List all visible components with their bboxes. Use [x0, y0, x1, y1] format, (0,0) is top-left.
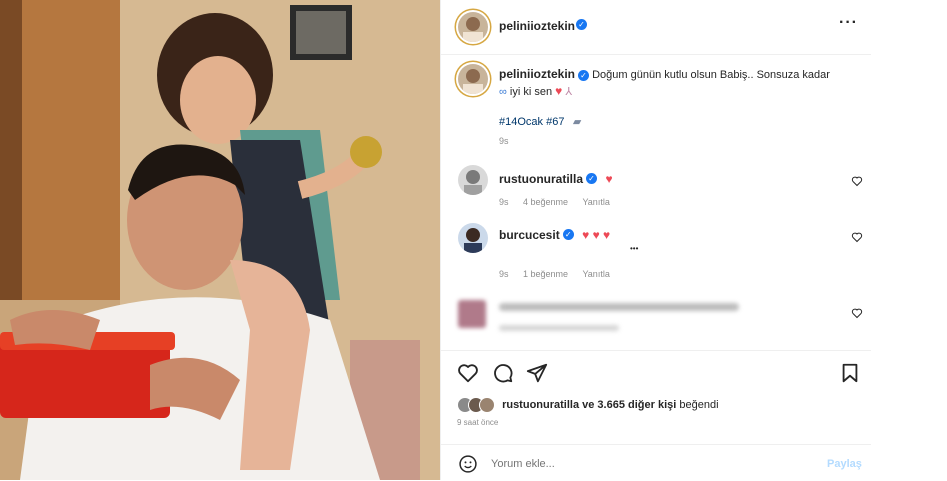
blurred-comment [499, 303, 739, 311]
caption-username[interactable]: peliniioztekin [499, 67, 575, 81]
save-bookmark-icon[interactable] [839, 362, 861, 384]
praying-emoji-icon: ⅄ [565, 86, 573, 98]
add-comment-bar: Paylaş [441, 444, 871, 481]
liked-by-username[interactable]: rustuonuratilla [502, 399, 579, 411]
caption-text: Doğum günün kutlu olsun Babiş.. Sonsuza … [592, 69, 830, 81]
likes-suffix: beğendi [679, 398, 719, 411]
author-avatar[interactable] [458, 12, 488, 42]
caption-block: peliniioztekin ✓ Doğum günün kutlu olsun … [499, 66, 849, 100]
verified-badge-icon: ✓ [576, 19, 587, 30]
avatar-image [463, 69, 483, 94]
reply-button[interactable]: Yanıtla [582, 197, 609, 207]
reply-button[interactable]: Yanıtla [582, 269, 609, 279]
comment-time: 9s [499, 269, 509, 279]
comment-like-heart-icon[interactable] [851, 307, 863, 319]
infinity-icon: ∞ [499, 86, 507, 98]
comment-time: 9s [499, 197, 509, 207]
comment-meta: 9s 4 beğenme Yanıtla [499, 192, 610, 210]
verified-badge-icon: ✓ [578, 69, 590, 81]
action-bar [441, 350, 871, 391]
post-photo[interactable] [0, 0, 440, 480]
comment-text: ♥ ♥ ♥ [582, 228, 611, 242]
author-username[interactable]: peliniioztekin [499, 19, 575, 33]
caption-author-avatar[interactable] [458, 64, 488, 94]
share-icon[interactable] [526, 362, 548, 384]
photo-illustration [0, 0, 440, 480]
comment-more-icon[interactable]: ••• [630, 244, 638, 253]
caption-text-line2: iyi ki sen [509, 86, 553, 98]
flag-emoji-icon: ▰ [572, 116, 582, 128]
avatar-image [463, 17, 483, 42]
post-details-panel: peliniioztekin ✓ ··· peliniioztekin ✓ Doğ… [440, 0, 871, 480]
comment-like-heart-icon[interactable] [851, 175, 863, 187]
comment-like-heart-icon[interactable] [851, 231, 863, 243]
more-horizontal-icon[interactable]: ··· [839, 14, 858, 32]
comment-input[interactable] [489, 454, 793, 474]
comment-likes[interactable]: 4 beğenme [523, 197, 568, 207]
comment-icon[interactable] [492, 362, 514, 384]
comment-avatar[interactable] [458, 223, 488, 253]
verified-badge-icon: ✓ [586, 173, 598, 185]
hashtags[interactable]: #14Ocak #67 [499, 116, 564, 128]
comment-avatar-blurred [458, 300, 486, 328]
likes-row: rustuonuratilla ve 3.665 diğer kişi beğe… [457, 397, 719, 413]
blurred-comment-meta [499, 325, 619, 331]
caption-time: 9s [499, 136, 509, 146]
verified-badge-icon: ✓ [562, 229, 574, 241]
avatar-image [464, 170, 482, 195]
post-timestamp[interactable]: 9 saat önce [457, 418, 498, 427]
comment-username[interactable]: burcucesit [499, 228, 560, 242]
avatar-image [464, 228, 482, 253]
like-heart-icon[interactable] [457, 362, 479, 384]
emoji-smiley-icon[interactable] [458, 454, 478, 474]
hashtags-row: #14Ocak #67 ▰ [499, 112, 581, 130]
post-header: peliniioztekin ✓ ··· [441, 0, 871, 55]
heart-emoji-icon: ♥ [555, 84, 563, 98]
post-comment-button[interactable]: Paylaş [827, 458, 862, 470]
comment-text: ♥ [605, 172, 613, 186]
avatar [479, 397, 495, 413]
comment-row: rustuonuratilla ✓ ♥ [499, 170, 613, 188]
comment-row: burcucesit ✓ ♥ ♥ ♥ [499, 226, 610, 244]
comment-username[interactable]: rustuonuratilla [499, 172, 583, 186]
comment-avatar[interactable] [458, 165, 488, 195]
comment-meta: 9s 1 beğenme Yanıtla [499, 264, 610, 282]
likes-others-text[interactable]: ve 3.665 diğer kişi [582, 399, 676, 411]
liker-avatars[interactable] [457, 397, 499, 413]
comment-likes[interactable]: 1 beğenme [523, 269, 568, 279]
